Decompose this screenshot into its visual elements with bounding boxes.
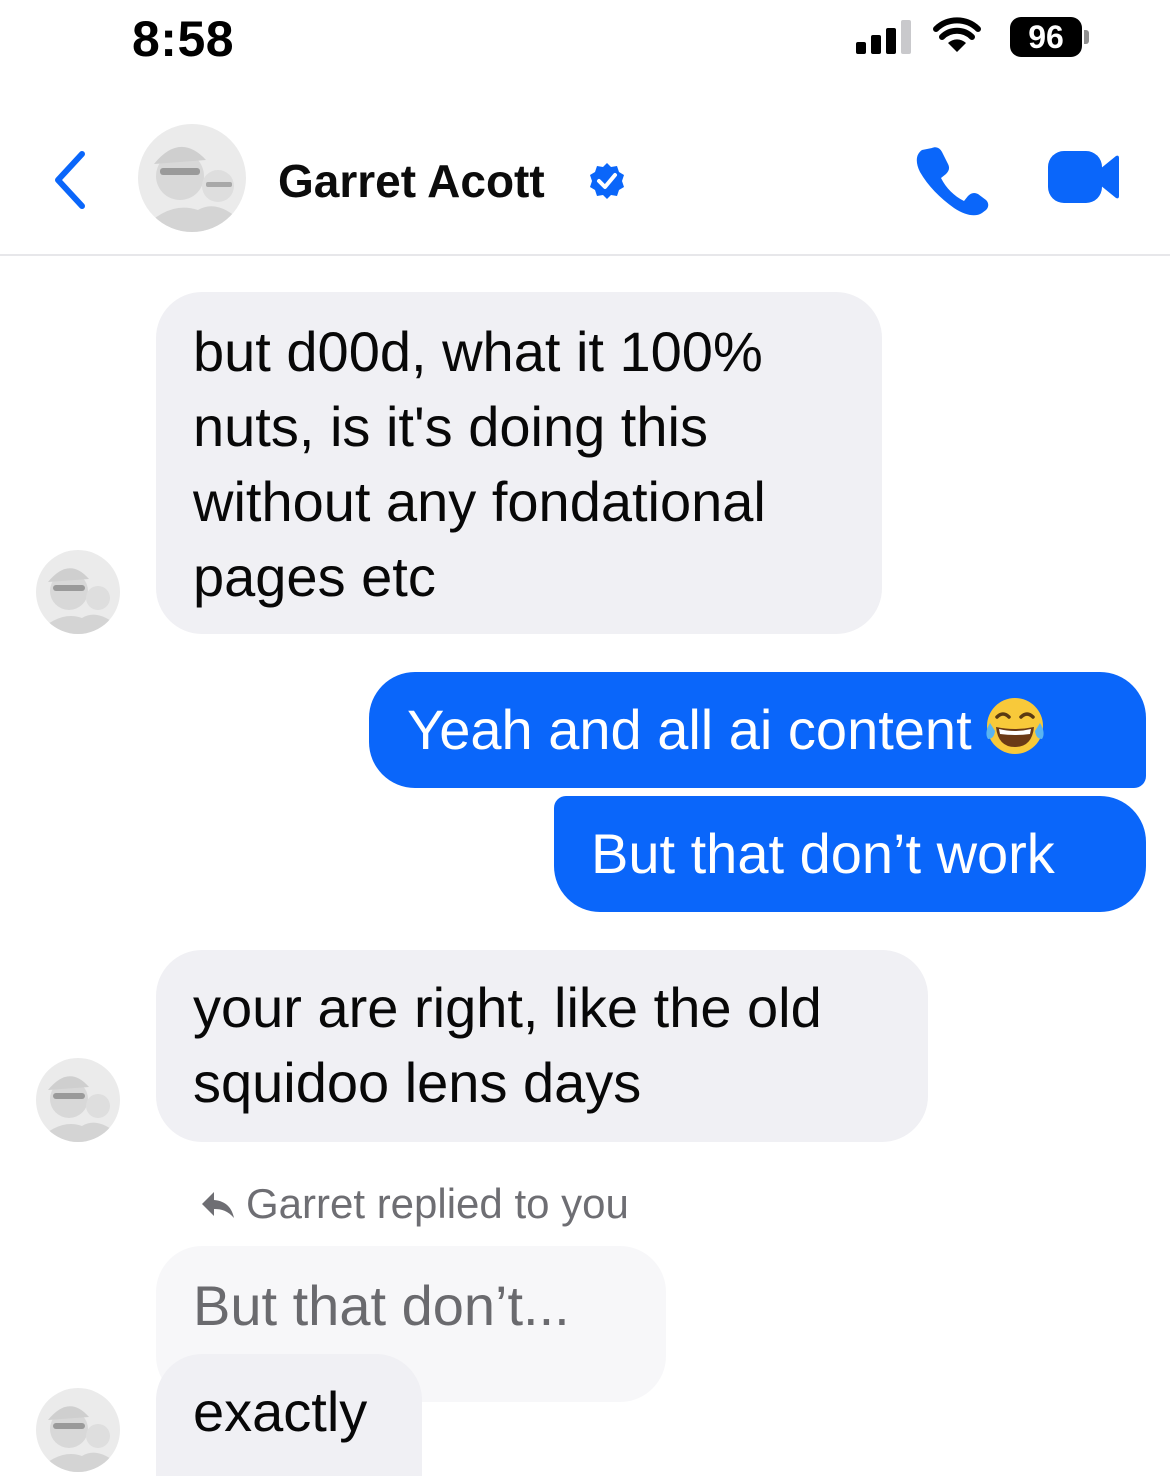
sender-avatar[interactable]	[36, 1058, 120, 1142]
outgoing-message[interactable]: But that don’t work	[554, 796, 1146, 912]
incoming-message[interactable]: exactly	[156, 1354, 422, 1476]
conversation-header: Garret Acott	[0, 110, 1170, 256]
wifi-icon	[933, 17, 981, 52]
reply-note-text: Garret replied to you	[246, 1180, 629, 1227]
contact-avatar[interactable]	[138, 124, 246, 232]
message-text: Yeah and all ai content	[407, 698, 972, 761]
video-camera-icon[interactable]	[1046, 148, 1120, 206]
message-text: But that don’t work	[591, 822, 1055, 885]
message-line: pages etc	[193, 545, 436, 608]
contact-name[interactable]: Garret Acott	[278, 154, 545, 208]
message-line: without any fondational	[193, 470, 766, 533]
incoming-message[interactable]: but d00d, what it 100% nuts, is it's doi…	[156, 292, 882, 634]
message-line: your are right, like the old	[193, 976, 822, 1039]
incoming-message[interactable]: your are right, like the old squidoo len…	[156, 950, 928, 1142]
battery-icon: 96	[1010, 17, 1089, 57]
verified-badge-icon	[590, 163, 624, 199]
status-time: 8:58	[132, 11, 235, 67]
message-text: exactly	[193, 1380, 368, 1443]
reply-indicator: Garret replied to you	[200, 1180, 629, 1228]
battery-level: 96	[1010, 17, 1082, 57]
message-line: nuts, is it's doing this	[193, 395, 708, 458]
sender-avatar[interactable]	[36, 550, 120, 634]
quoted-text: But that don’t...	[193, 1274, 570, 1337]
chevron-left-icon[interactable]	[50, 148, 90, 212]
sender-avatar[interactable]	[36, 1388, 120, 1472]
outgoing-message[interactable]: Yeah and all ai content	[369, 672, 1146, 788]
laughing-crying-emoji-icon	[986, 698, 1044, 754]
cellular-signal-icon	[856, 20, 911, 54]
message-line: squidoo lens days	[193, 1051, 642, 1114]
reply-arrow-icon	[202, 1192, 234, 1218]
phone-icon[interactable]	[916, 144, 990, 216]
message-line: but d00d, what it 100%	[193, 320, 763, 383]
